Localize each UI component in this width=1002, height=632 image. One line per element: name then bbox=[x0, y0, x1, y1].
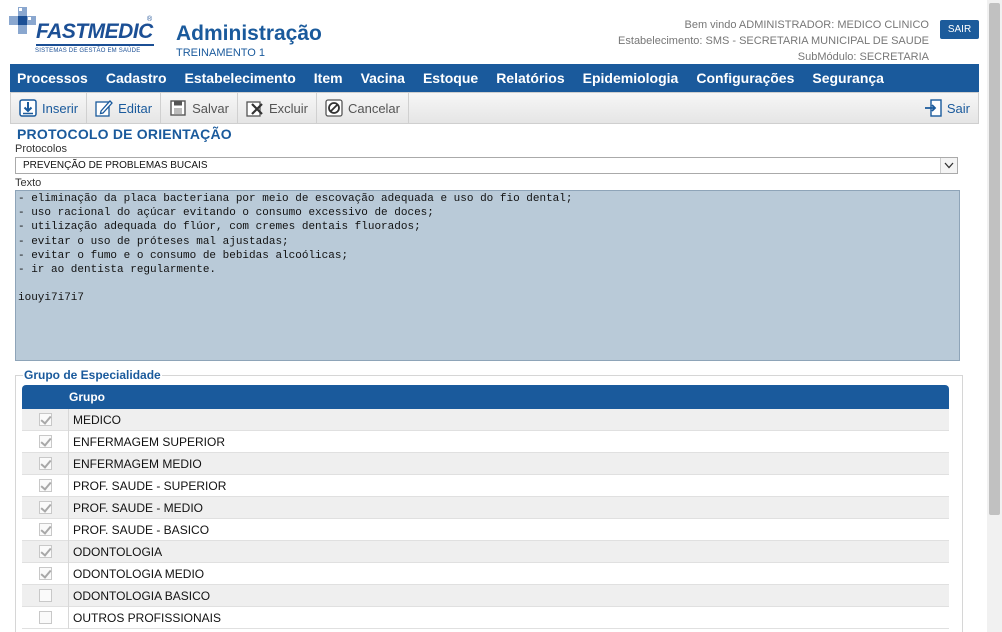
delete-button[interactable]: Excluir bbox=[238, 93, 317, 123]
row-checkbox[interactable] bbox=[38, 611, 52, 624]
menu-seguranca[interactable]: Segurança bbox=[804, 70, 894, 86]
menu-cadastro[interactable]: Cadastro bbox=[98, 70, 177, 86]
table-row[interactable]: ENFERMAGEM SUPERIOR bbox=[22, 430, 949, 453]
logo-text: FASTMEDIC bbox=[36, 20, 153, 43]
row-checkbox[interactable] bbox=[38, 589, 52, 602]
registered-mark: ® bbox=[147, 16, 153, 23]
logout-button[interactable]: SAIR bbox=[940, 20, 979, 39]
exit-door-icon bbox=[924, 99, 942, 117]
row-name: OUTROS PROFISSIONAIS bbox=[73, 610, 222, 625]
establishment-text: Estabelecimento: SMS - SECRETARIA MUNICI… bbox=[618, 35, 929, 47]
scrollbar-thumb[interactable] bbox=[989, 3, 1000, 515]
row-checkbox[interactable] bbox=[38, 567, 52, 580]
row-checkbox[interactable] bbox=[38, 479, 52, 492]
edit-label: Editar bbox=[118, 100, 153, 116]
delete-icon bbox=[246, 101, 263, 117]
row-checkbox[interactable] bbox=[38, 545, 52, 558]
row-name: ODONTOLOGIA MEDIO bbox=[73, 566, 205, 581]
row-checkbox[interactable] bbox=[38, 501, 52, 514]
protocol-value: PREVENÇÃO DE PROBLEMAS BUCAIS bbox=[23, 160, 208, 171]
menu-vacina[interactable]: Vacina bbox=[353, 70, 415, 86]
table-row[interactable]: ODONTOLOGIA MEDIO bbox=[22, 562, 949, 585]
exit-label: Sair bbox=[946, 100, 970, 116]
edit-icon bbox=[95, 100, 114, 117]
specialty-group-title: Grupo de Especialidade bbox=[23, 368, 162, 382]
table-row[interactable]: ENFERMAGEM MEDIO bbox=[22, 452, 949, 475]
app-subtitle: TREINAMENTO 1 bbox=[176, 47, 266, 59]
row-name: ODONTOLOGIA bbox=[73, 544, 163, 559]
insert-button[interactable]: Inserir bbox=[11, 93, 88, 123]
row-checkbox[interactable] bbox=[38, 413, 52, 426]
save-icon bbox=[170, 100, 186, 116]
checkbox-cell bbox=[22, 474, 69, 497]
insert-label: Inserir bbox=[42, 100, 79, 116]
table-row[interactable]: ODONTOLOGIA bbox=[22, 540, 949, 563]
grid-header: Grupo bbox=[22, 385, 949, 409]
submodule-text: SubMódulo: SECRETARIA bbox=[797, 51, 929, 63]
table-row[interactable]: MEDICO bbox=[22, 408, 949, 431]
row-checkbox[interactable] bbox=[38, 523, 52, 536]
cancel-icon bbox=[325, 99, 343, 117]
logo-tagline: SISTEMAS DE GESTÃO EM SAÚDE bbox=[35, 48, 141, 54]
grid-header-grupo: Grupo bbox=[69, 390, 105, 404]
row-checkbox[interactable] bbox=[38, 435, 52, 448]
table-row[interactable]: OUTROS PROFISSIONAIS bbox=[22, 606, 949, 629]
row-checkbox[interactable] bbox=[38, 457, 52, 470]
row-name: MEDICO bbox=[73, 412, 121, 427]
menu-processos[interactable]: Processos bbox=[10, 70, 98, 86]
checkbox-cell bbox=[22, 606, 69, 629]
user-info: Bem vindo ADMINISTRADOR: MEDICO CLINICO … bbox=[618, 17, 929, 65]
table-row[interactable]: ODONTOLOGIA BASICO bbox=[22, 584, 949, 607]
chevron-down-icon[interactable] bbox=[940, 158, 957, 173]
menu-item[interactable]: Item bbox=[306, 70, 353, 86]
save-label: Salvar bbox=[192, 100, 229, 116]
checkbox-cell bbox=[22, 584, 69, 607]
header: FASTMEDIC ® SISTEMAS DE GESTÃO EM SAÚDE … bbox=[0, 0, 1002, 64]
edit-button[interactable]: Editar bbox=[87, 93, 162, 123]
main-menu: Processos Cadastro Estabelecimento Item … bbox=[10, 64, 979, 92]
save-button[interactable]: Salvar bbox=[161, 93, 238, 123]
menu-estoque[interactable]: Estoque bbox=[415, 70, 488, 86]
checkbox-cell bbox=[22, 496, 69, 519]
menu-epidemiologia[interactable]: Epidemiologia bbox=[575, 70, 689, 86]
medical-cross-icon bbox=[9, 7, 36, 34]
menu-relatorios[interactable]: Relatórios bbox=[488, 70, 574, 86]
row-name: PROF. SAUDE - SUPERIOR bbox=[73, 478, 227, 493]
welcome-text: Bem vindo ADMINISTRADOR: MEDICO CLINICO bbox=[684, 19, 930, 31]
checkbox-cell bbox=[22, 540, 69, 563]
text-label: Texto bbox=[15, 177, 42, 189]
text-area[interactable]: - eliminação da placa bacteriana por mei… bbox=[15, 190, 960, 361]
toolbar: Inserir Editar Salvar Excluir Cancelar S… bbox=[10, 92, 979, 124]
row-name: ENFERMAGEM MEDIO bbox=[73, 456, 202, 471]
checkbox-cell bbox=[22, 430, 69, 453]
grid-body: MEDICO ENFERMAGEM SUPERIOR ENFERMAGEM MEDI… bbox=[22, 408, 949, 629]
row-name: PROF. SAUDE - BASICO bbox=[73, 522, 210, 537]
checkbox-cell bbox=[22, 518, 69, 541]
row-name: ENFERMAGEM SUPERIOR bbox=[73, 434, 226, 449]
checkbox-cell bbox=[22, 452, 69, 475]
menu-estabelecimento[interactable]: Estabelecimento bbox=[177, 70, 306, 86]
row-name: ODONTOLOGIA BASICO bbox=[73, 588, 211, 603]
specialty-grid: Grupo MEDICO ENFERMAGEM SUPERIOR ENFERMAGE… bbox=[22, 385, 949, 629]
table-row[interactable]: PROF. SAUDE - MEDIO bbox=[22, 496, 949, 519]
protocol-label: Protocolos bbox=[15, 143, 67, 155]
fastmedic-logo: FASTMEDIC ® SISTEMAS DE GESTÃO EM SAÚDE bbox=[8, 4, 158, 60]
cancel-button[interactable]: Cancelar bbox=[317, 93, 409, 123]
insert-icon bbox=[19, 99, 37, 117]
menu-configuracoes[interactable]: Configurações bbox=[688, 70, 804, 86]
section-title: PROTOCOLO DE ORIENTAÇÃO bbox=[17, 126, 232, 142]
cancel-label: Cancelar bbox=[347, 100, 400, 116]
checkbox-cell bbox=[22, 408, 69, 431]
table-row[interactable]: PROF. SAUDE - SUPERIOR bbox=[22, 474, 949, 497]
logo-underline bbox=[36, 44, 154, 46]
delete-label: Excluir bbox=[268, 100, 308, 116]
checkbox-cell bbox=[22, 562, 69, 585]
app-title: Administração bbox=[176, 22, 322, 45]
exit-button[interactable]: Sair bbox=[916, 93, 978, 123]
protocol-select[interactable]: PREVENÇÃO DE PROBLEMAS BUCAIS bbox=[15, 157, 958, 174]
table-row[interactable]: PROF. SAUDE - BASICO bbox=[22, 518, 949, 541]
row-name: PROF. SAUDE - MEDIO bbox=[73, 500, 204, 515]
